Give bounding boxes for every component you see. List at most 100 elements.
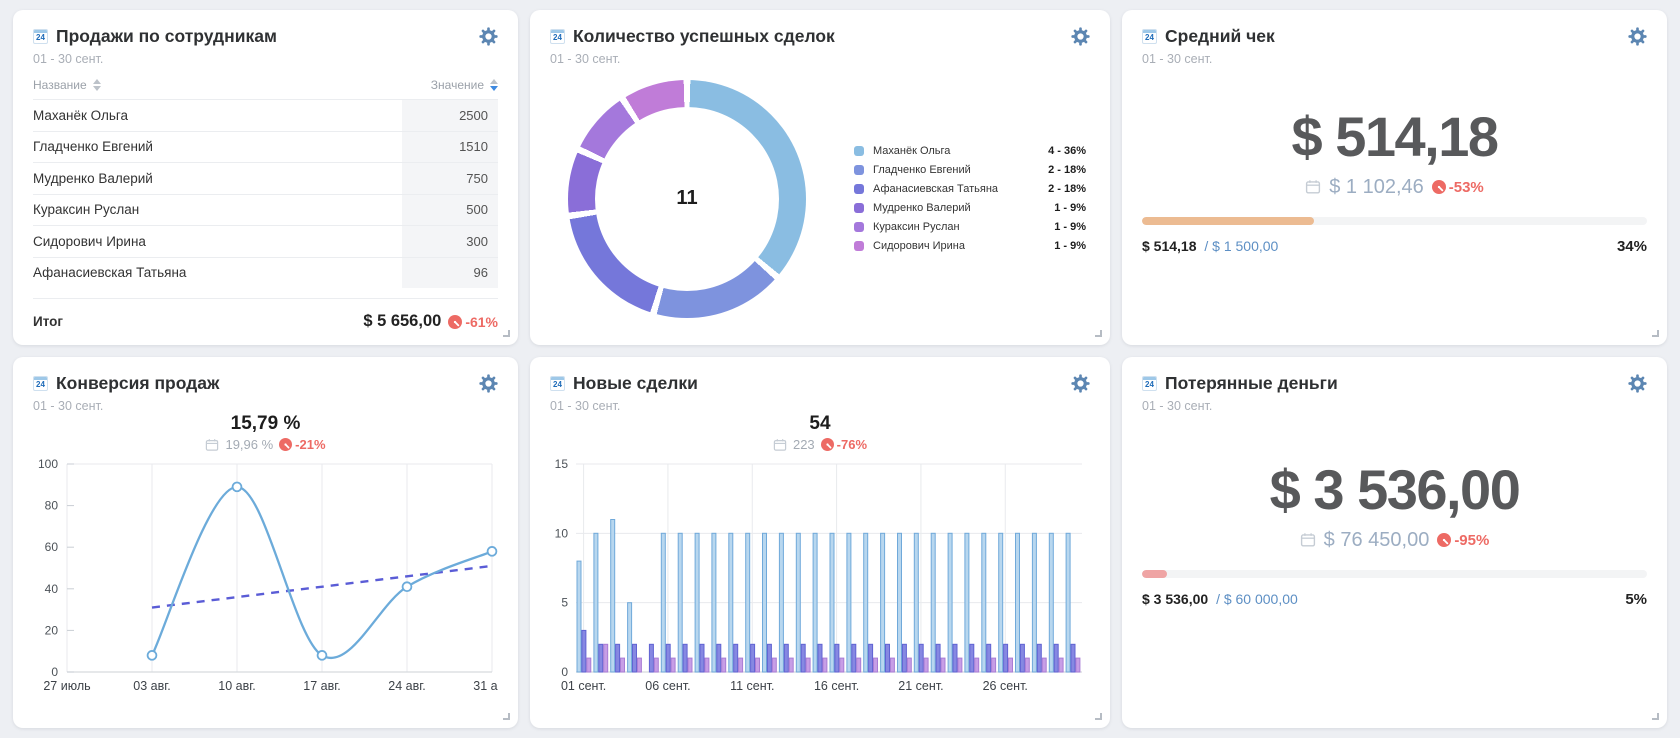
resize-corner-handle[interactable] bbox=[503, 330, 510, 337]
sort-arrows-icon[interactable] bbox=[490, 79, 498, 91]
table-row[interactable]: Гладченко Евгений1510 bbox=[33, 131, 498, 163]
legend-value: 1 - 9% bbox=[1054, 202, 1086, 214]
decline-gauge-icon bbox=[1432, 180, 1446, 194]
legend-label: Сидорович Ирина bbox=[873, 240, 965, 252]
widget-period: 01 - 30 сент. bbox=[33, 52, 498, 66]
decline-gauge-icon bbox=[821, 438, 834, 451]
progress-percent: 34% bbox=[1617, 238, 1647, 255]
column-header-name[interactable]: Название bbox=[33, 78, 101, 92]
legend-value: 4 - 36% bbox=[1048, 145, 1086, 157]
resize-corner-handle[interactable] bbox=[1652, 330, 1659, 337]
legend-item[interactable]: Гладченко Евгений2 - 18% bbox=[854, 161, 1086, 180]
legend-item[interactable]: Сидорович Ирина 1 - 9% bbox=[854, 237, 1086, 256]
column-header-value[interactable]: Значение bbox=[431, 78, 498, 92]
metric-big-value: 15,79 % bbox=[33, 413, 498, 435]
dashboard-grid: 24 Продажи по сотрудникам bbox=[0, 0, 1680, 738]
gear-icon[interactable] bbox=[1628, 27, 1647, 46]
svg-text:0: 0 bbox=[561, 665, 568, 679]
previous-period-comparison: 19,96 % -21% bbox=[33, 437, 498, 452]
delta-badge: -53% bbox=[1432, 179, 1484, 196]
table-row[interactable]: Сидорович Ирина300 bbox=[33, 225, 498, 257]
svg-text:0: 0 bbox=[51, 665, 58, 679]
bitrix24-icon: 24 bbox=[33, 376, 48, 391]
delta-badge: -76% bbox=[821, 437, 867, 452]
calendar-icon bbox=[1305, 179, 1321, 195]
widget-period: 01 - 30 сент. bbox=[550, 52, 1090, 66]
legend-swatch-icon bbox=[854, 241, 864, 251]
legend-item[interactable]: Мудренко Валерий1 - 9% bbox=[854, 199, 1086, 218]
svg-text:01 сент.: 01 сент. bbox=[561, 679, 606, 693]
legend-item[interactable]: Кураксин Руслан1 - 9% bbox=[854, 218, 1086, 237]
total-value: $ 5 656,00 bbox=[363, 312, 441, 331]
widget-sales-by-employee: 24 Продажи по сотрудникам bbox=[13, 10, 518, 345]
table-total-row: Итог $ 5 656,00 -61% bbox=[33, 298, 498, 331]
previous-value: 19,96 % bbox=[225, 437, 273, 452]
progress-fill bbox=[1142, 217, 1314, 225]
legend-item[interactable]: Афанасиевская Татьяна2 - 18% bbox=[854, 180, 1086, 199]
widget-title: Количество успешных сделок bbox=[573, 26, 1063, 47]
progress-fill bbox=[1142, 570, 1167, 578]
gear-icon[interactable] bbox=[1071, 27, 1090, 46]
legend-swatch-icon bbox=[854, 146, 864, 156]
resize-corner-handle[interactable] bbox=[1652, 713, 1659, 720]
metric-big-value: 54 bbox=[550, 413, 1090, 435]
employee-value: 500 bbox=[402, 195, 498, 226]
widget-conversion: 24 Конверсия продаж bbox=[13, 357, 518, 728]
gear-icon[interactable] bbox=[1071, 374, 1090, 393]
svg-text:27 июль: 27 июль bbox=[43, 679, 90, 693]
table-row[interactable]: Кураксин Руслан500 bbox=[33, 194, 498, 226]
total-delta-badge: -61% bbox=[448, 314, 498, 330]
employee-value: 750 bbox=[402, 163, 498, 194]
previous-period-comparison: $ 76 450,00 -95% bbox=[1142, 529, 1647, 552]
employee-table: Название Значение Маханёк Ольга2500Гладч… bbox=[33, 74, 498, 331]
new-deals-bar-chart: 05101501 сент.06 сент.11 сент.16 сент.21… bbox=[550, 458, 1090, 714]
legend-swatch-icon bbox=[854, 165, 864, 175]
previous-value: 223 bbox=[793, 437, 815, 452]
svg-text:60: 60 bbox=[45, 540, 59, 554]
legend-label: Кураксин Руслан bbox=[873, 221, 960, 233]
employee-name: Сидорович Ирина bbox=[33, 226, 402, 257]
sort-arrows-icon[interactable] bbox=[93, 79, 101, 91]
decline-gauge-icon bbox=[279, 438, 292, 451]
svg-text:21 сент.: 21 сент. bbox=[898, 679, 943, 693]
legend-item[interactable]: Маханёк Ольга4 - 36% bbox=[854, 142, 1086, 161]
gear-icon[interactable] bbox=[1628, 374, 1647, 393]
calendar-icon bbox=[205, 438, 219, 452]
widget-title: Потерянные деньги bbox=[1165, 373, 1620, 394]
previous-period-comparison: $ 1 102,46 -53% bbox=[1142, 176, 1647, 199]
svg-text:100: 100 bbox=[38, 458, 58, 471]
svg-text:11 сент.: 11 сент. bbox=[730, 679, 774, 693]
resize-corner-handle[interactable] bbox=[503, 713, 510, 720]
employee-name: Маханёк Ольга bbox=[33, 100, 402, 131]
legend-value: 1 - 9% bbox=[1054, 240, 1086, 252]
progress-target: / $ 1 500,00 bbox=[1204, 238, 1278, 254]
legend-swatch-icon bbox=[854, 222, 864, 232]
svg-text:80: 80 bbox=[45, 499, 59, 513]
employee-value: 2500 bbox=[402, 100, 498, 131]
bitrix24-icon: 24 bbox=[550, 29, 565, 44]
table-row[interactable]: Мудренко Валерий750 bbox=[33, 162, 498, 194]
resize-corner-handle[interactable] bbox=[1095, 330, 1102, 337]
gear-icon[interactable] bbox=[479, 27, 498, 46]
employee-table-body: Маханёк Ольга2500Гладченко Евгений1510Му… bbox=[33, 99, 498, 288]
deals-legend: Маханёк Ольга4 - 36%Гладченко Евгений2 -… bbox=[854, 142, 1086, 256]
bitrix24-icon: 24 bbox=[550, 376, 565, 391]
bitrix24-icon: 24 bbox=[33, 29, 48, 44]
svg-text:03 авг.: 03 авг. bbox=[133, 679, 170, 693]
table-row[interactable]: Афанасиевская Татьяна96 bbox=[33, 257, 498, 289]
employee-name: Афанасиевская Татьяна bbox=[33, 258, 402, 289]
conversion-line-chart: 02040608010027 июль03 авг.10 авг.17 авг.… bbox=[33, 458, 498, 714]
legend-value: 2 - 18% bbox=[1048, 183, 1086, 195]
svg-text:10: 10 bbox=[555, 526, 569, 540]
total-label: Итог bbox=[33, 314, 63, 329]
progress-track bbox=[1142, 217, 1647, 225]
employee-name: Мудренко Валерий bbox=[33, 163, 402, 194]
widget-new-deals: 24 Новые сделки bbox=[530, 357, 1110, 728]
table-row[interactable]: Маханёк Ольга2500 bbox=[33, 99, 498, 131]
progress-current: $ 3 536,00 bbox=[1142, 591, 1208, 607]
widget-average-check: 24 Средний чек 0 bbox=[1122, 10, 1667, 345]
legend-swatch-icon bbox=[854, 203, 864, 213]
resize-corner-handle[interactable] bbox=[1095, 713, 1102, 720]
gear-icon[interactable] bbox=[479, 374, 498, 393]
calendar-icon bbox=[1300, 532, 1316, 548]
